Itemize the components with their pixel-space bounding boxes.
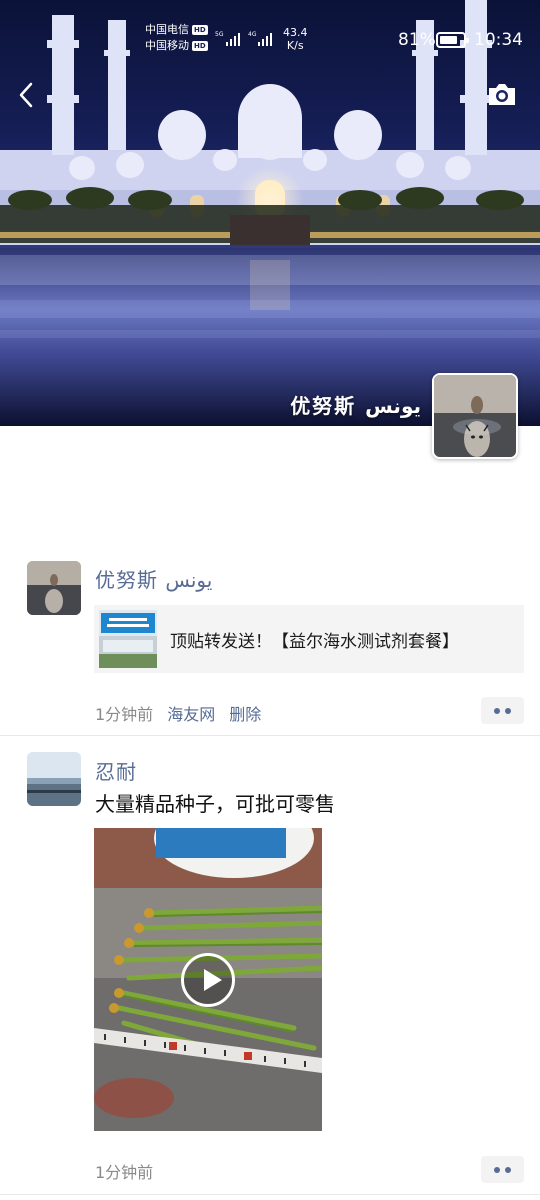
shared-link-thumbnail: [99, 610, 157, 668]
avatar[interactable]: [27, 561, 81, 615]
hd-badge: HD: [192, 41, 208, 51]
play-icon[interactable]: [181, 953, 235, 1007]
net-speed-unit: K/s: [286, 39, 304, 52]
more-dots-icon[interactable]: [481, 1156, 524, 1183]
carrier-info: 中国电信 HD 中国移动 HD: [145, 22, 208, 54]
post-video[interactable]: [94, 828, 322, 1131]
post-text: 大量精品种子，可批可零售: [95, 792, 335, 816]
delete-button[interactable]: 删除: [229, 701, 261, 725]
post-source[interactable]: 海友网: [167, 701, 215, 725]
network-5g-label: 5G: [215, 31, 224, 38]
shared-link-title: 顶贴转发送！【益尔海水测试剂套餐】: [170, 631, 459, 652]
divider: [0, 735, 540, 736]
post-meta: 1分钟前: [95, 1159, 153, 1183]
cover-user-name: 优努斯 يونس: [290, 394, 421, 418]
clock: 10:34: [474, 30, 523, 50]
battery-percent: 81%: [398, 30, 436, 50]
shared-link-card[interactable]: 顶贴转发送！【益尔海水测试剂套餐】: [94, 605, 524, 673]
tiger-reflection-avatar-image: [27, 561, 81, 615]
post-meta: 1分钟前 海友网 删除: [95, 701, 261, 725]
camera-icon[interactable]: [486, 80, 518, 108]
hd-badge: HD: [192, 25, 208, 35]
network-4g-label: 4G: [248, 31, 257, 38]
cover-image[interactable]: 中国电信 HD 中国移动 HD 5G 4G 43.4 K/s 81% 10:34…: [0, 0, 540, 426]
chevron-left-icon[interactable]: [14, 80, 40, 110]
mosque-scene: [0, 0, 540, 426]
post-author[interactable]: 忍耐: [95, 756, 137, 785]
carrier-1: 中国电信: [145, 23, 189, 36]
post-author[interactable]: 优努斯 يونس: [95, 564, 212, 593]
signal-icon: 5G 4G: [215, 31, 272, 46]
post-time: 1分钟前: [95, 705, 154, 724]
post-time: 1分钟前: [95, 1163, 154, 1182]
net-speed-value: 43.4: [283, 26, 308, 39]
battery-icon: [436, 32, 469, 48]
avatar[interactable]: [27, 752, 81, 806]
more-dots-icon[interactable]: [481, 697, 524, 724]
sea-avatar-image: [27, 752, 81, 806]
net-speed: 43.4 K/s: [283, 26, 308, 52]
divider: [0, 1194, 540, 1195]
profile-avatar[interactable]: [432, 373, 518, 459]
tiger-reflection-avatar-image: [434, 375, 516, 457]
carrier-2: 中国移动: [145, 39, 189, 52]
